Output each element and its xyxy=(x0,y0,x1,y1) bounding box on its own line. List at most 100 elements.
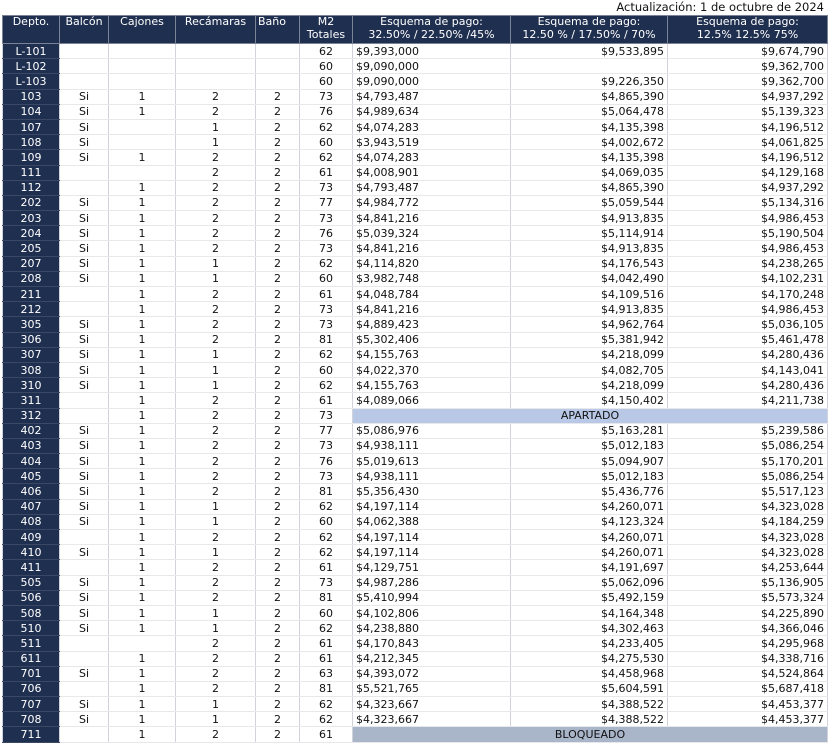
cell-esquema-2: $5,163,281 xyxy=(510,423,668,439)
header-depto[interactable]: Depto. xyxy=(2,15,60,44)
cell-m2: 76 xyxy=(299,453,353,470)
cell-m2: 62 xyxy=(299,119,353,136)
cell-balcon: Si xyxy=(59,575,109,591)
cell-m2: 61 xyxy=(299,559,353,576)
cell-esquema-2: $4,260,071 xyxy=(510,544,668,561)
header-esquema-1[interactable]: Esquema de pago: 32.50% / 22.50% /45% xyxy=(352,15,511,44)
cell-depto: 203 xyxy=(2,210,60,227)
cell-esquema-2: $4,913,835 xyxy=(510,210,668,227)
table-row: 511 2 2 61 $4,170,843 $4,233,405 $4,295,968 xyxy=(2,635,828,652)
cell-esquema-1: $5,356,430 xyxy=(352,483,511,500)
cell-bano: 2 xyxy=(255,666,300,682)
cell-esquema-3: $5,687,418 xyxy=(667,681,828,698)
cell-depto: 212 xyxy=(2,301,60,318)
table-row: 306 Si 1 2 2 81 $5,302,406 $5,381,942 $5,461,478 xyxy=(2,332,828,348)
cell-esquema-1: $4,102,806 xyxy=(352,605,511,622)
cell-esquema-3: $4,323,028 xyxy=(667,544,828,561)
cell-esquema-3: $5,086,254 xyxy=(667,468,828,485)
cell-esquema-1: $4,170,843 xyxy=(352,635,511,652)
cell-m2: 61 xyxy=(299,635,353,652)
cell-esquema-1: $4,155,763 xyxy=(352,347,511,363)
table-row: 409 1 2 2 62 $4,197,114 $4,260,071 $4,323,028 xyxy=(2,529,828,546)
cell-recamaras: 2 xyxy=(175,210,256,227)
cell-cajones: 1 xyxy=(108,423,176,439)
cell-bano: 2 xyxy=(255,301,300,318)
cell-esquema-1: $5,086,976 xyxy=(352,423,511,439)
cell-esquema-1: $4,889,423 xyxy=(352,316,511,333)
cell-esquema-3: $4,253,644 xyxy=(667,559,828,576)
cell-bano: 2 xyxy=(255,453,300,470)
header-cajones[interactable]: Cajones xyxy=(108,15,176,44)
cell-esquema-1: $4,197,114 xyxy=(352,529,511,546)
cell-recamaras: 2 xyxy=(175,240,256,257)
table-row: 208 Si 1 1 2 60 $3,982,748 $4,042,490 $4,102,231 xyxy=(2,271,828,288)
table-row: 708 Si 1 1 2 62 $4,323,667 $4,388,522 $4,453,377 xyxy=(2,711,828,728)
cell-bano: 2 xyxy=(255,559,300,576)
cell-balcon: Si xyxy=(59,696,109,713)
cell-balcon xyxy=(59,392,109,409)
header-esquema-2[interactable]: Esquema de pago: 12.50 % / 17.50% / 70% xyxy=(510,15,668,44)
header-m2-totales[interactable]: M2 Totales xyxy=(299,15,353,44)
table-row: 510 Si 1 1 2 62 $4,238,880 $4,302,463 $4,366,046 xyxy=(2,620,828,637)
cell-cajones: 1 xyxy=(108,726,176,743)
cell-esquema-2: $4,302,463 xyxy=(510,620,668,637)
cell-recamaras: 2 xyxy=(175,559,256,576)
cell-cajones xyxy=(108,58,176,75)
cell-cajones xyxy=(108,119,176,136)
cell-bano: 2 xyxy=(255,286,300,303)
cell-cajones: 1 xyxy=(108,256,176,272)
cell-cajones: 1 xyxy=(108,377,176,394)
cell-depto: 611 xyxy=(2,651,60,667)
cell-balcon: Si xyxy=(59,711,109,728)
cell-esquema-3: $5,136,905 xyxy=(667,575,828,591)
cell-m2: 73 xyxy=(299,316,353,333)
status-cell: APARTADO xyxy=(352,408,828,424)
cell-esquema-1: $4,841,216 xyxy=(352,210,511,227)
header-esquema-3[interactable]: Esquema de pago: 12.5% 12.5% 75% xyxy=(667,15,828,44)
table-row: 212 1 2 2 73 $4,841,216 $4,913,835 $4,986,453 xyxy=(2,301,828,318)
header-balcon[interactable]: Balcón xyxy=(59,15,109,44)
cell-esquema-2: $4,176,543 xyxy=(510,256,668,272)
cell-depto: 511 xyxy=(2,635,60,652)
cell-depto: L-103 xyxy=(2,73,60,90)
cell-bano: 2 xyxy=(255,605,300,622)
table-row: 706 1 2 2 81 $5,521,765 $5,604,591 $5,687,418 xyxy=(2,681,828,698)
cell-esquema-2: $5,064,478 xyxy=(510,104,668,120)
cell-esquema-2: $5,381,942 xyxy=(510,332,668,348)
cell-balcon xyxy=(59,286,109,303)
cell-esquema-1: $4,197,114 xyxy=(352,544,511,561)
cell-esquema-3: $4,453,377 xyxy=(667,696,828,713)
table-row: 707 Si 1 1 2 62 $4,323,667 $4,388,522 $4,453,377 xyxy=(2,696,828,713)
cell-esquema-1: $4,393,072 xyxy=(352,666,511,682)
cell-balcon xyxy=(59,301,109,318)
header-m2-line2: Totales xyxy=(306,27,346,41)
cell-balcon xyxy=(59,73,109,90)
cell-recamaras: 2 xyxy=(175,423,256,439)
table-row: 402 Si 1 2 2 77 $5,086,976 $5,163,281 $5,239,586 xyxy=(2,423,828,439)
cell-esquema-2: $5,492,159 xyxy=(510,590,668,606)
cell-bano: 2 xyxy=(255,514,300,531)
header-recamaras[interactable]: Recámaras xyxy=(175,15,256,44)
cell-recamaras: 2 xyxy=(175,529,256,546)
cell-recamaras: 2 xyxy=(175,104,256,120)
cell-balcon: Si xyxy=(59,89,109,105)
cell-esquema-3: $4,196,512 xyxy=(667,149,828,166)
cell-bano: 2 xyxy=(255,499,300,515)
cell-bano: 2 xyxy=(255,271,300,288)
cell-recamaras: 2 xyxy=(175,681,256,698)
table-row: 404 Si 1 2 2 76 $5,019,613 $5,094,907 $5,170,201 xyxy=(2,453,828,470)
cell-esquema-3: $4,986,453 xyxy=(667,210,828,227)
cell-recamaras: 2 xyxy=(175,180,256,196)
cell-esquema-2: $4,082,705 xyxy=(510,362,668,379)
cell-depto: 406 xyxy=(2,483,60,500)
cell-esquema-1: $4,841,216 xyxy=(352,301,511,318)
cell-esquema-2: $4,233,405 xyxy=(510,635,668,652)
cell-bano: 2 xyxy=(255,590,300,606)
cell-esquema-3: $4,143,041 xyxy=(667,362,828,379)
cell-m2: 73 xyxy=(299,180,353,196)
cell-depto: L-101 xyxy=(2,43,60,60)
header-bano[interactable]: Baño xyxy=(255,15,300,44)
cell-bano: 2 xyxy=(255,483,300,500)
cell-cajones: 1 xyxy=(108,711,176,728)
cell-cajones: 1 xyxy=(108,180,176,196)
